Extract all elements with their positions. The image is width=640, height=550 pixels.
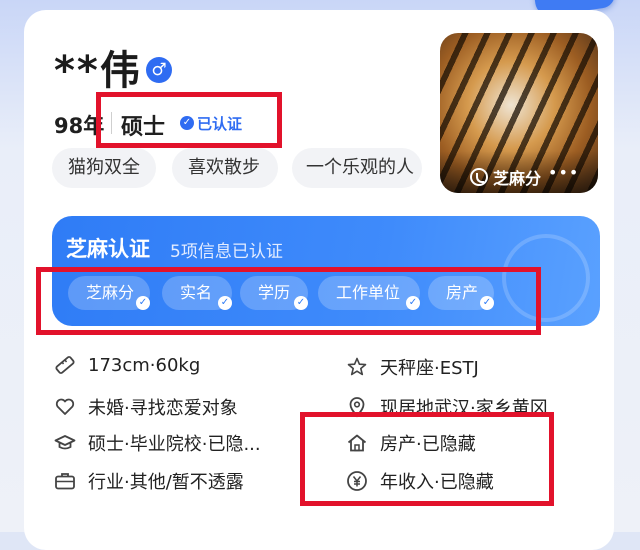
info-education: 硕士·毕业院校·已隐... [54,430,261,456]
zhima-logo-icon [470,168,488,186]
tag-item[interactable]: 喜欢散步 [172,148,278,188]
star-icon [346,356,368,378]
education-text: 硕士·毕业院校·已隐... [88,434,261,455]
tag-item[interactable]: 猫狗双全 [52,148,156,188]
tag-item[interactable]: 一个乐观的人 [292,148,422,188]
info-height-weight: 173cm·60kg [54,354,200,376]
heart-icon [54,396,76,418]
highlight-box-degree [96,92,282,148]
marriage-text: 未婚·寻找恋爱对象 [88,398,238,419]
male-gender-icon: ♂ [146,57,172,83]
info-zodiac: 天秤座·ESTJ [346,354,479,380]
zodiac-text: 天秤座·ESTJ [380,358,479,379]
profile-name: **伟 [54,48,142,94]
more-icon[interactable]: ••• [548,163,579,182]
zhima-score-label: 芝麻分 [493,169,542,188]
highlight-box-zhima [36,267,541,335]
info-marriage: 未婚·寻找恋爱对象 [54,394,238,420]
zhima-title: 芝麻认证 [66,237,150,261]
industry-text: 行业·其他/暂不透露 [88,472,244,493]
height-weight-text: 173cm·60kg [88,354,201,376]
info-industry: 行业·其他/暂不透露 [54,468,244,494]
highlight-box-assets [300,412,554,506]
graduation-cap-icon [54,432,76,454]
ruler-icon [54,354,76,376]
zhima-subtitle: 5项信息已认证 [170,242,283,262]
zhima-score-badge[interactable]: 芝麻分 [470,165,541,189]
briefcase-icon [54,470,76,492]
